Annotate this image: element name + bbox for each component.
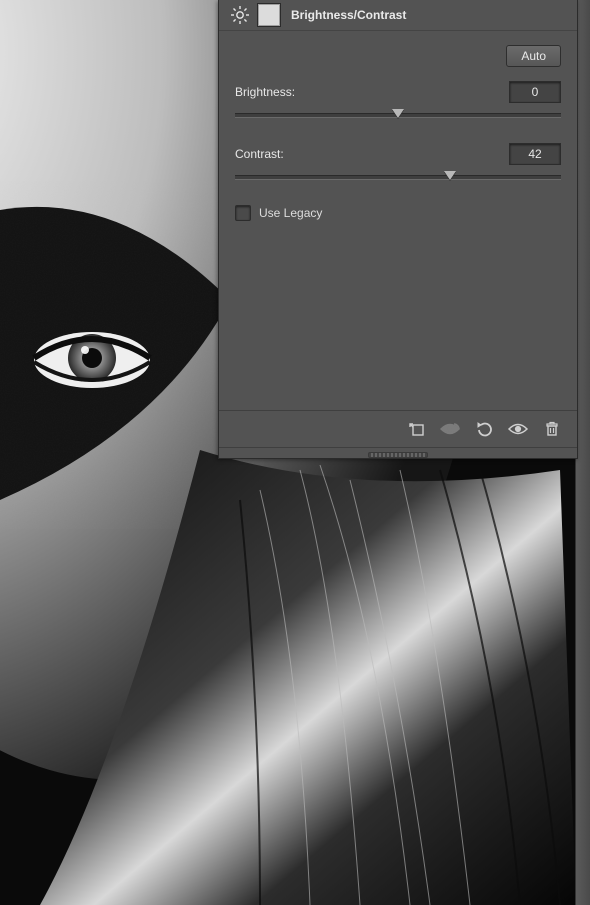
- brightness-control: Brightness: 0: [235, 81, 561, 123]
- contrast-label: Contrast:: [235, 147, 284, 161]
- contrast-slider-thumb[interactable]: [444, 171, 456, 180]
- toggle-visibility-button[interactable]: [501, 416, 535, 442]
- use-legacy-checkbox[interactable]: [235, 205, 251, 221]
- panel-title: Brightness/Contrast: [291, 8, 406, 22]
- brightness-label: Brightness:: [235, 85, 295, 99]
- brightness-icon: [229, 4, 251, 26]
- contrast-slider[interactable]: [235, 171, 561, 185]
- properties-panel: Brightness/Contrast Auto Brightness: 0: [218, 0, 578, 459]
- use-legacy-row: Use Legacy: [235, 205, 561, 221]
- panel-resize-grip[interactable]: [219, 450, 577, 458]
- brightness-slider-thumb[interactable]: [392, 109, 404, 118]
- delete-adjustment-button[interactable]: [535, 416, 569, 442]
- contrast-control: Contrast: 42: [235, 143, 561, 185]
- clip-to-layer-button[interactable]: [399, 416, 433, 442]
- layer-mask-icon[interactable]: [257, 3, 281, 27]
- panel-footer: [219, 410, 577, 448]
- contrast-value-input[interactable]: 42: [509, 143, 561, 165]
- brightness-value-input[interactable]: 0: [509, 81, 561, 103]
- use-legacy-label: Use Legacy: [259, 206, 322, 220]
- reset-button[interactable]: [467, 416, 501, 442]
- auto-button[interactable]: Auto: [506, 45, 561, 67]
- view-previous-button[interactable]: [433, 416, 467, 442]
- brightness-slider[interactable]: [235, 109, 561, 123]
- panel-header: Brightness/Contrast: [219, 0, 577, 31]
